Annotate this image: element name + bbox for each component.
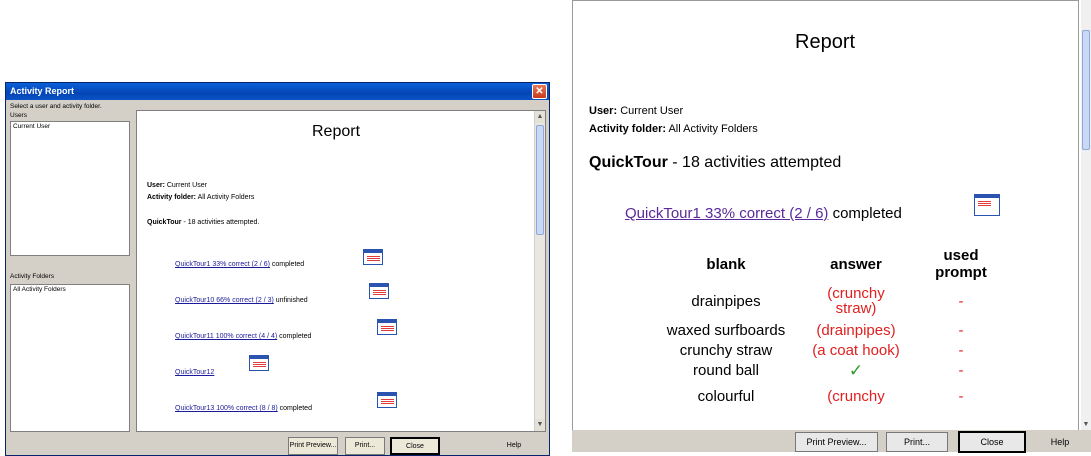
answer-cell: (crunchy [827, 387, 885, 405]
report-entry: QuickTour11 100% correct (4 / 4) complet… [175, 333, 311, 340]
report-view[interactable]: Report User: Current User Activity folde… [136, 110, 546, 432]
prompt-cell: - [958, 361, 964, 379]
scrollbar-thumb[interactable] [536, 125, 544, 235]
section-name: QuickTour [147, 219, 182, 226]
user-label: User: [147, 182, 165, 189]
entry-link[interactable]: QuickTour10 66% correct (2 / 3) [175, 297, 274, 304]
table-row: round ball ✓ - [651, 360, 1011, 380]
window-title: Activity Report [10, 86, 75, 96]
folder-value: All Activity Folders [668, 123, 758, 135]
entry-status: unfinished [273, 297, 308, 304]
scrollbar-thumb[interactable] [1082, 30, 1090, 150]
help-button[interactable]: Help [494, 437, 534, 455]
section-name: QuickTour [589, 154, 668, 171]
table-row: waxed surfboards (drainpipes) - [651, 320, 1011, 340]
section-summary: - 18 activities attempted [667, 154, 842, 171]
instructions-label: Select a user and activity folder. [10, 103, 102, 110]
scroll-down-icon[interactable]: ▼ [1081, 421, 1091, 428]
users-listbox[interactable]: Current User [10, 121, 130, 256]
scroll-down-icon[interactable]: ▼ [535, 419, 545, 431]
print-preview-button[interactable]: Print Preview... [288, 437, 338, 455]
answer-cell: (a coat hook) [812, 341, 900, 359]
col-header-blank: blank [706, 255, 746, 273]
entry-link[interactable]: QuickTour1 33% correct (2 / 6) [175, 261, 270, 268]
entry-status: completed [277, 333, 312, 340]
report-entry: QuickTour1 33% correct (2 / 6) completed [175, 261, 304, 268]
blank-cell: crunchy straw [679, 341, 773, 359]
col-header-answer: answer [830, 255, 882, 273]
blank-cell: waxed surfboards [666, 321, 786, 339]
answer-cell: (drainpipes) [816, 321, 896, 339]
entry-link[interactable]: QuickTour1 33% correct (2 / 6) [625, 205, 828, 222]
user-value: Current User [620, 105, 684, 117]
title-bar[interactable]: Activity Report ✕ [6, 83, 549, 100]
prompt-cell: - [958, 321, 964, 339]
activity-report-window: Activity Report ✕ Select a user and acti… [5, 82, 550, 456]
report-detail-icon[interactable] [377, 392, 397, 408]
report-entry: QuickTour1 33% correct (2 / 6) completed [625, 205, 902, 222]
print-preview-button[interactable]: Print Preview... [795, 432, 878, 452]
folder-value: All Activity Folders [197, 194, 255, 201]
close-window-button[interactable]: ✕ [532, 84, 547, 99]
answers-table: blank answer used prompt drainpipes (cru… [651, 246, 1011, 412]
entry-status: completed [277, 405, 312, 412]
report-detail-icon[interactable] [377, 319, 397, 335]
entry-link[interactable]: QuickTour12 [175, 369, 214, 376]
report-detail-icon[interactable] [974, 194, 1000, 216]
section-summary: - 18 activities attempted. [181, 219, 260, 226]
report-detail-icon[interactable] [363, 249, 383, 265]
close-button[interactable]: Close [958, 431, 1026, 453]
prompt-cell: - [958, 292, 964, 310]
entry-link[interactable]: QuickTour13 100% correct (8 / 8) [175, 405, 278, 412]
col-header-prompt: used prompt [935, 247, 987, 281]
blank-cell: colourful [697, 387, 755, 405]
check-icon: ✓ [848, 360, 864, 380]
answer-cell: (crunchy straw) [827, 285, 885, 317]
folders-listbox[interactable]: All Activity Folders [10, 284, 130, 432]
help-button[interactable]: Help [1040, 432, 1080, 452]
entry-link[interactable]: QuickTour11 100% correct (4 / 4) [175, 333, 277, 340]
table-row: drainpipes (crunchy straw) - [651, 282, 1011, 320]
report-entry: QuickTour10 66% correct (2 / 3) unfinish… [175, 297, 308, 304]
report-entry: QuickTour13 100% correct (8 / 8) complet… [175, 405, 312, 412]
report-view-zoomed[interactable]: Report User: Current User Activity folde… [572, 0, 1079, 432]
print-button[interactable]: Print... [345, 437, 385, 455]
user-value: Current User [166, 182, 207, 189]
blank-cell: drainpipes [691, 292, 761, 310]
close-icon: ✕ [535, 86, 544, 97]
report-title: Report [795, 31, 856, 53]
scroll-up-icon[interactable]: ▲ [535, 111, 545, 123]
folders-label: Activity Folders [10, 273, 55, 280]
report-scrollbar[interactable]: ▼ [1081, 0, 1091, 432]
print-button[interactable]: Print... [886, 432, 948, 452]
prompt-cell: - [958, 341, 964, 359]
blank-cell: round ball [693, 361, 759, 379]
report-detail-icon[interactable] [249, 355, 269, 371]
table-row: crunchy straw (a coat hook) - [651, 340, 1011, 360]
list-item-all-folders[interactable]: All Activity Folders [11, 285, 129, 294]
table-row: colourful (crunchy - [651, 380, 1011, 412]
report-scrollbar[interactable]: ▲ ▼ [534, 111, 545, 431]
users-label: Users [10, 112, 27, 119]
folder-label: Activity folder: [147, 194, 197, 201]
user-label: User: [589, 105, 618, 117]
folder-label: Activity folder: [589, 123, 667, 135]
button-bar: Print Preview... Print... Close Help [572, 430, 1091, 453]
entry-status: completed [269, 261, 305, 268]
report-title: Report [312, 123, 361, 140]
entry-status: completed [828, 205, 902, 222]
report-detail-icon[interactable] [369, 283, 389, 299]
list-item-current-user[interactable]: Current User [11, 122, 129, 131]
prompt-cell: - [958, 387, 964, 405]
close-button[interactable]: Close [390, 437, 440, 455]
report-entry: QuickTour12 [175, 369, 214, 376]
